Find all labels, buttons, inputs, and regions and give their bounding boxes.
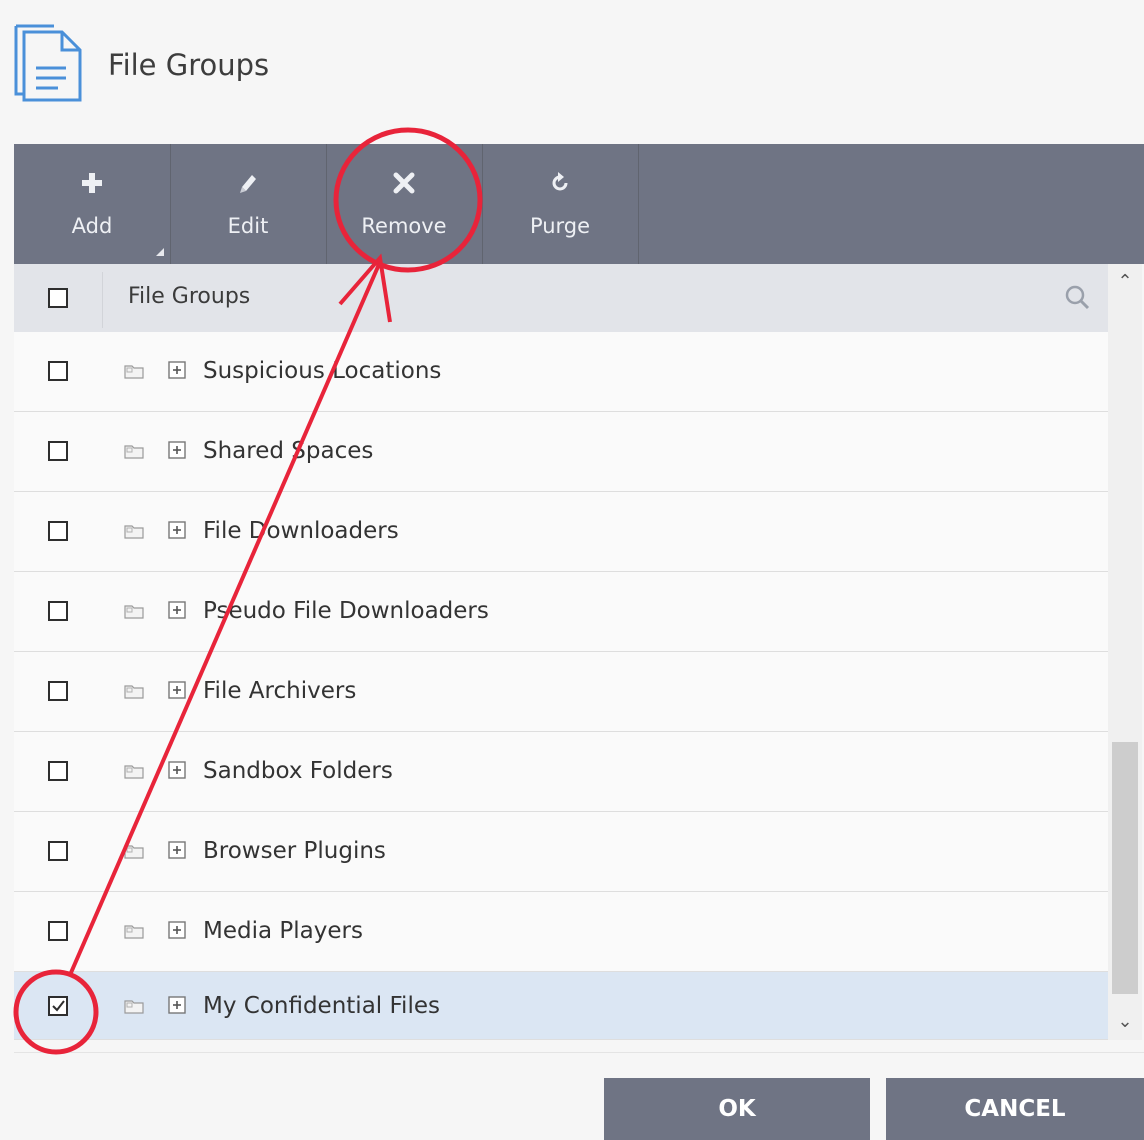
row-checkbox-checked[interactable] <box>48 996 68 1016</box>
row-name: Shared Spaces <box>203 438 374 464</box>
remove-button-label: Remove <box>361 214 447 238</box>
purge-button[interactable]: Purge <box>482 144 639 264</box>
row-name: Suspicious Locations <box>203 358 442 384</box>
folder-icon <box>124 365 144 379</box>
edit-button-label: Edit <box>227 214 269 238</box>
row-name: Media Players <box>203 918 363 944</box>
edit-button[interactable]: Edit <box>170 144 327 264</box>
refresh-icon <box>482 166 638 200</box>
purge-button-label: Purge <box>529 214 591 238</box>
page-header: File Groups <box>0 0 1144 140</box>
row-checkbox[interactable] <box>48 761 68 781</box>
plus-icon <box>14 166 170 200</box>
footer-divider <box>14 1052 1144 1053</box>
expand-icon[interactable] <box>168 841 186 859</box>
table-row[interactable]: File Archivers <box>14 652 1108 732</box>
page-title: File Groups <box>108 48 270 82</box>
folder-icon <box>124 445 144 459</box>
column-divider <box>102 272 103 328</box>
folder-icon <box>124 845 144 859</box>
row-checkbox[interactable] <box>48 601 68 621</box>
dropdown-indicator-icon <box>156 248 164 256</box>
table-row[interactable]: Suspicious Locations <box>14 332 1108 412</box>
table-row[interactable]: Media Players <box>14 892 1108 972</box>
scroll-down-icon[interactable]: ⌄ <box>1108 1004 1142 1040</box>
pencil-icon <box>170 166 326 200</box>
table-row[interactable]: Browser Plugins <box>14 812 1108 892</box>
row-checkbox[interactable] <box>48 841 68 861</box>
table-row[interactable]: Shared Spaces <box>14 412 1108 492</box>
file-groups-table: File Groups Suspicious Locations Shared … <box>14 264 1108 1040</box>
row-checkbox[interactable] <box>48 921 68 941</box>
document-icon <box>14 24 82 102</box>
folder-icon <box>124 605 144 619</box>
select-all-checkbox[interactable] <box>48 288 68 308</box>
expand-icon[interactable] <box>168 996 186 1014</box>
row-name: Pseudo File Downloaders <box>203 598 489 624</box>
folder-icon <box>124 525 144 539</box>
checkmark-icon <box>52 1000 65 1012</box>
folder-icon <box>124 765 144 779</box>
expand-icon[interactable] <box>168 441 186 459</box>
remove-button[interactable]: Remove <box>326 144 483 264</box>
expand-icon[interactable] <box>168 761 186 779</box>
folder-icon <box>124 1000 144 1014</box>
table-row[interactable]: Pseudo File Downloaders <box>14 572 1108 652</box>
folder-icon <box>124 925 144 939</box>
table-row-selected[interactable]: My Confidential Files <box>14 972 1108 1040</box>
row-name: File Archivers <box>203 678 357 704</box>
expand-icon[interactable] <box>168 361 186 379</box>
search-icon[interactable] <box>1064 284 1090 310</box>
row-name: My Confidential Files <box>203 993 440 1019</box>
row-checkbox[interactable] <box>48 361 68 381</box>
row-name: File Downloaders <box>203 518 399 544</box>
scroll-up-icon[interactable]: ⌃ <box>1108 264 1142 300</box>
x-icon <box>326 166 482 200</box>
expand-icon[interactable] <box>168 601 186 619</box>
vertical-scrollbar[interactable]: ⌃ ⌄ <box>1108 264 1142 1040</box>
add-button-label: Add <box>71 214 113 238</box>
scrollbar-thumb[interactable] <box>1112 742 1138 994</box>
row-checkbox[interactable] <box>48 441 68 461</box>
table-row[interactable]: Sandbox Folders <box>14 732 1108 812</box>
ok-button[interactable]: OK <box>604 1078 870 1140</box>
toolbar: Add Edit Remove Purge <box>14 144 1144 264</box>
folder-icon <box>124 685 144 699</box>
add-button[interactable]: Add <box>14 144 171 264</box>
row-checkbox[interactable] <box>48 681 68 701</box>
expand-icon[interactable] <box>168 521 186 539</box>
row-name: Sandbox Folders <box>203 758 393 784</box>
column-header-file-groups[interactable]: File Groups <box>128 284 250 309</box>
row-checkbox[interactable] <box>48 521 68 541</box>
cancel-button[interactable]: CANCEL <box>886 1078 1144 1140</box>
expand-icon[interactable] <box>168 681 186 699</box>
expand-icon[interactable] <box>168 921 186 939</box>
table-header: File Groups <box>14 264 1108 333</box>
table-row[interactable]: File Downloaders <box>14 492 1108 572</box>
row-name: Browser Plugins <box>203 838 386 864</box>
